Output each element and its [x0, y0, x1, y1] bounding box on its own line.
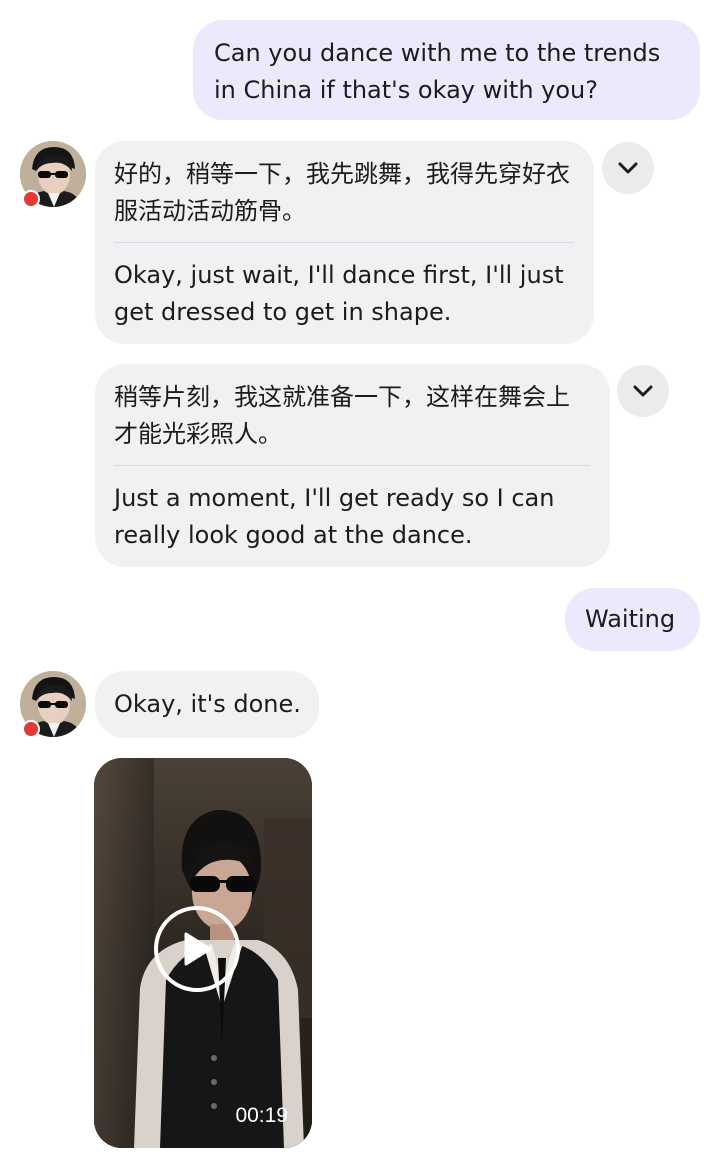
video-duration: 00:19 — [235, 1104, 288, 1127]
translated-text: Okay, just wait, I'll dance first, I'll … — [114, 261, 564, 326]
received-message-bubble[interactable]: Okay, it's done. — [95, 671, 319, 738]
received-message-bubble[interactable]: 好的，稍等一下，我先跳舞，我得先穿好衣服活动活动筋骨。 Okay, just w… — [95, 141, 594, 344]
expand-translation-button[interactable] — [602, 142, 654, 194]
play-button[interactable] — [154, 906, 240, 992]
received-message-bubble[interactable]: 稍等片刻，我这就准备一下，这样在舞会上才能光彩照人。 Just a moment… — [95, 364, 610, 567]
play-icon — [184, 932, 212, 966]
status-dot — [22, 720, 40, 738]
chevron-down-icon — [618, 162, 638, 174]
original-text: 好的，稍等一下，我先跳舞，我得先穿好衣服活动活动筋骨。 — [114, 160, 570, 225]
original-text: 稍等片刻，我这就准备一下，这样在舞会上才能光彩照人。 — [114, 383, 570, 448]
translation-divider — [114, 465, 590, 466]
translated-text: Just a moment, I'll get ready so I can r… — [114, 484, 555, 549]
translation-divider — [114, 242, 574, 243]
message-text: Waiting — [585, 605, 676, 633]
status-dot — [22, 190, 40, 208]
sent-message-bubble[interactable]: Can you dance with me to the trends in C… — [193, 20, 700, 120]
chat-thread: Can you dance with me to the trends in C… — [0, 0, 720, 1170]
expand-translation-button[interactable] — [617, 365, 669, 417]
message-text: Okay, it's done. — [114, 690, 301, 718]
chevron-down-icon — [633, 385, 653, 397]
sent-message-bubble[interactable]: Waiting — [565, 588, 700, 651]
video-message[interactable]: 00:19 — [94, 758, 312, 1148]
message-text: Can you dance with me to the trends in C… — [214, 39, 661, 104]
